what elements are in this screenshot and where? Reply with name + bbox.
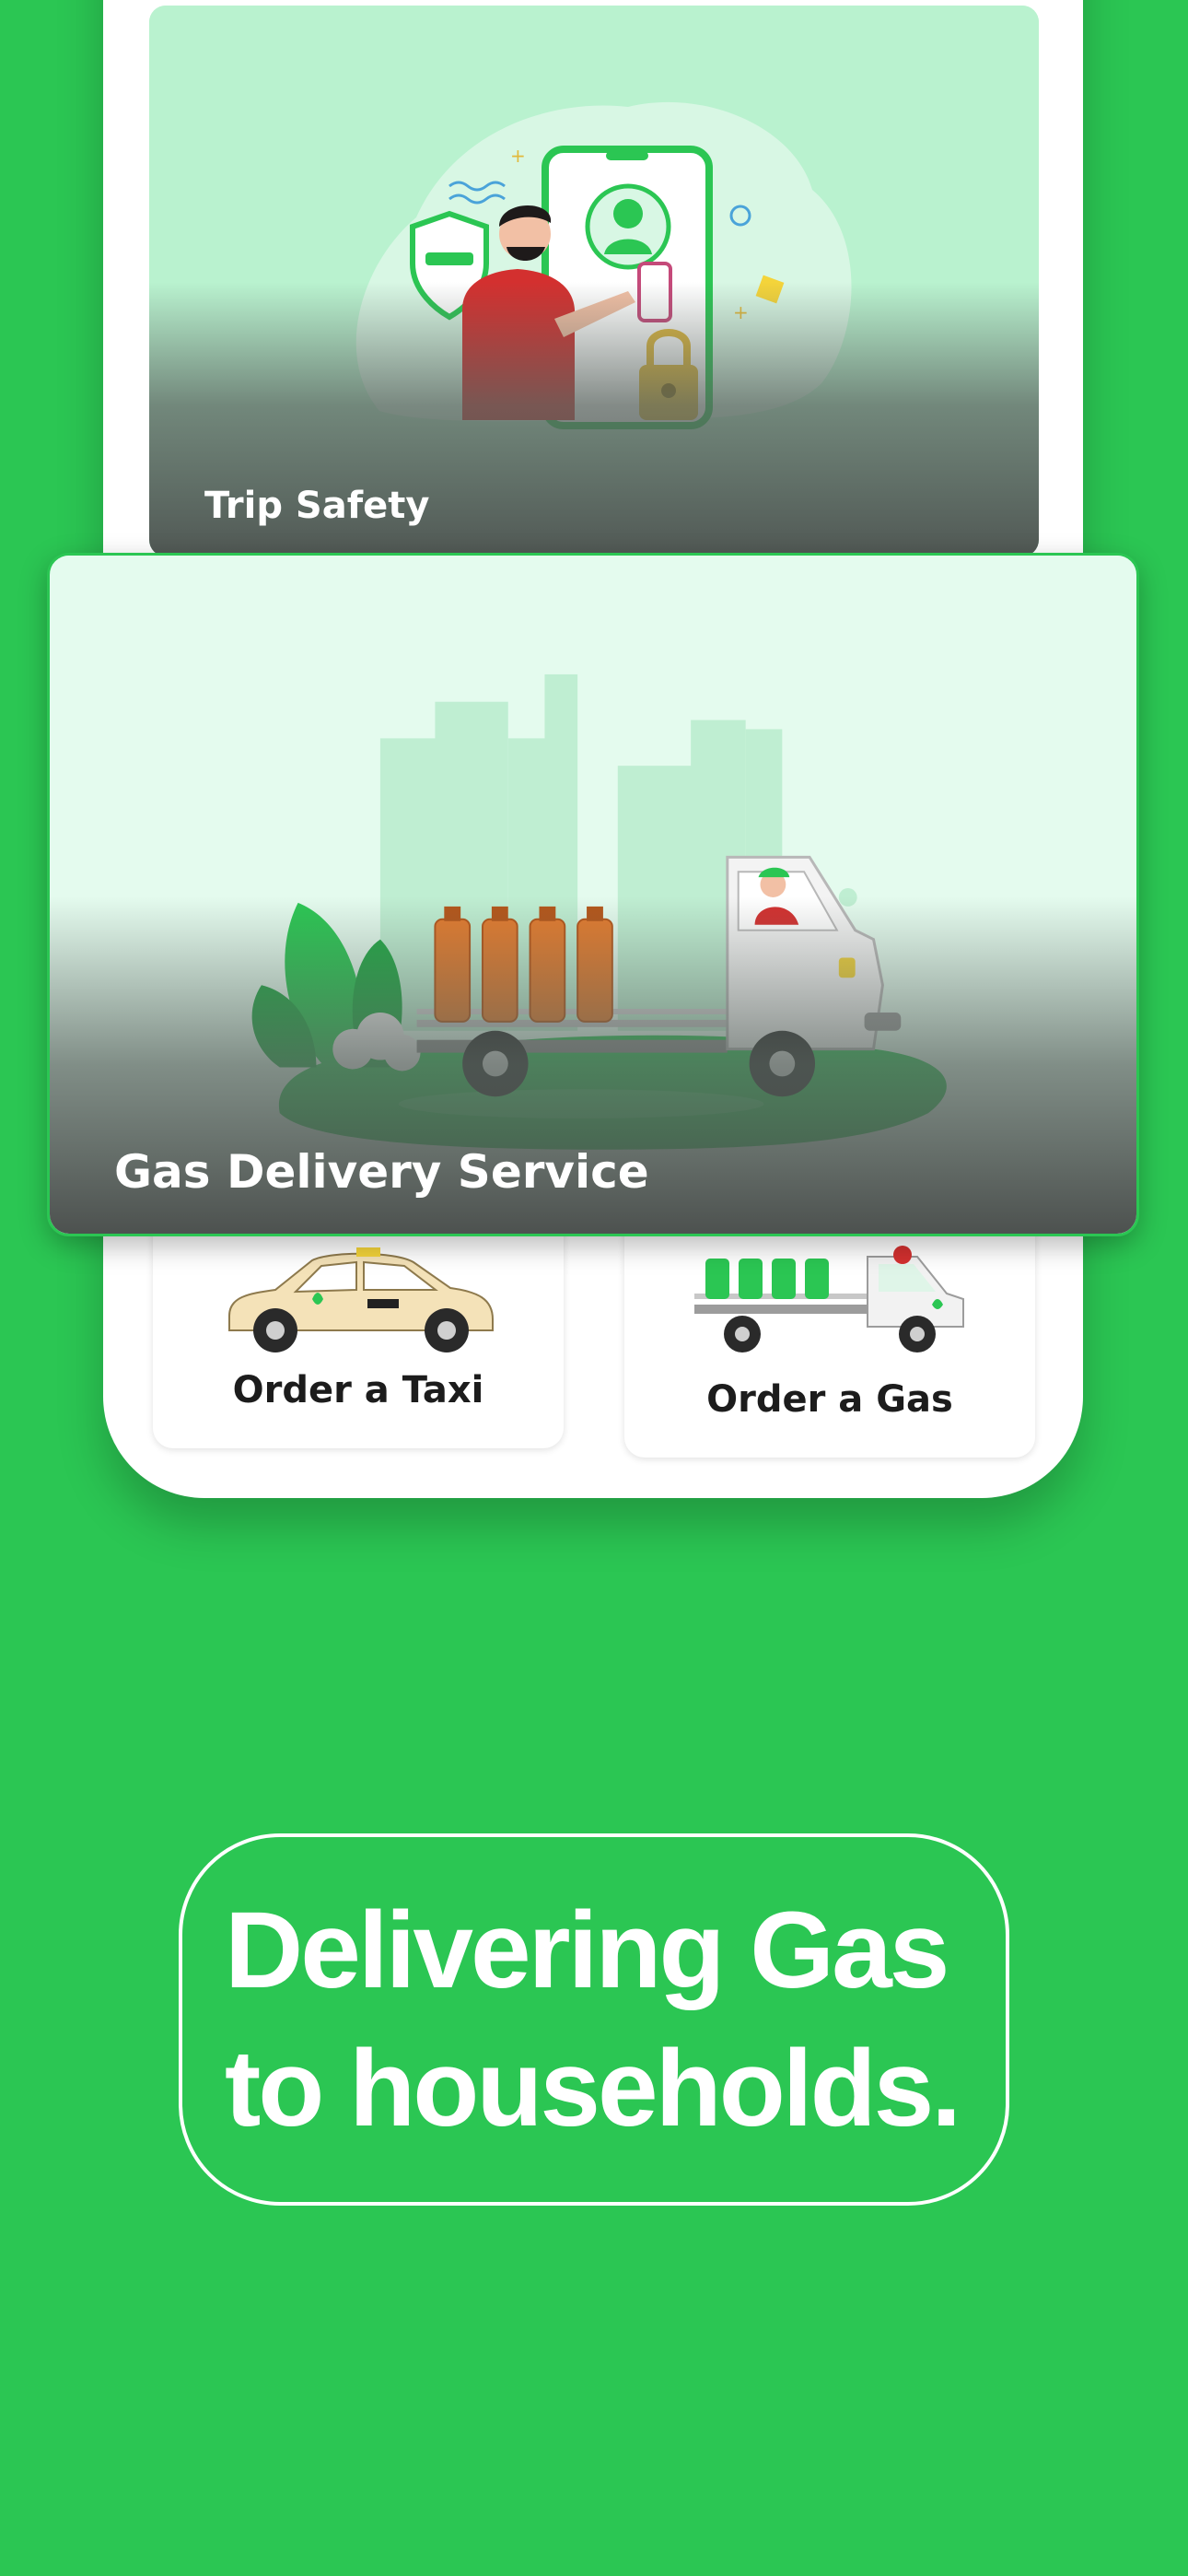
gas-delivery-illustration	[51, 556, 1136, 1234]
headline-line-2: to households.	[225, 2028, 961, 2149]
trip-safety-illustration: + +	[149, 6, 1039, 556]
headline-badge: Delivering Gas to households.	[179, 1833, 1009, 2206]
order-gas-label: Order a Gas	[706, 1378, 953, 1421]
gas-delivery-card[interactable]: Gas Delivery Service	[47, 553, 1139, 1236]
trip-safety-title: Trip Safety	[204, 485, 430, 527]
taxi-car-icon	[228, 1247, 494, 1352]
order-taxi-label: Order a Taxi	[232, 1369, 484, 1411]
svg-text:+: +	[510, 145, 526, 167]
svg-text:+: +	[733, 301, 749, 323]
gas-delivery-title: Gas Delivery Service	[114, 1145, 649, 1199]
gas-truck-icon	[694, 1246, 964, 1352]
headline-line-1: Delivering Gas	[225, 1890, 949, 2011]
trip-safety-card[interactable]: + + Trip Safety	[149, 6, 1039, 556]
order-gas-tile[interactable]: Order a Gas	[624, 1198, 1035, 1458]
